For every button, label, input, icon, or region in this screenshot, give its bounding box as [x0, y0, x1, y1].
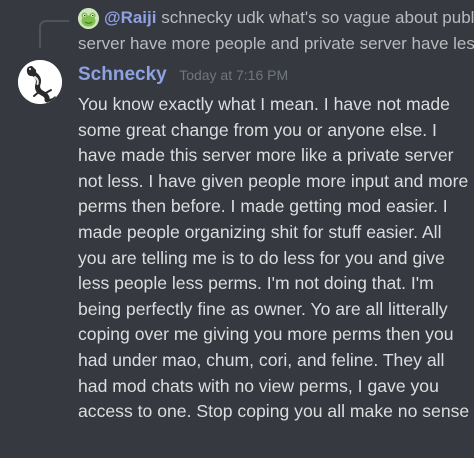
reply-spine [39, 20, 69, 48]
timestamp[interactable]: Today at 7:16 PM [179, 67, 288, 83]
message-content: You know exactly what I mean. I have not… [78, 94, 470, 422]
reply-text-line2: server have more people and private serv… [78, 34, 474, 53]
frog-avatar-icon [78, 8, 99, 29]
username[interactable]: Schnecky [78, 64, 167, 85]
reply-mention[interactable]: @Raiji [104, 8, 156, 27]
reply-preview[interactable]: @Raiji schnecky udk what's so vague abou… [104, 7, 474, 29]
ferret-avatar-icon [18, 60, 62, 104]
reply-text-line1: schnecky udk what's so vague about publi… [161, 8, 474, 27]
reply-avatar[interactable] [78, 8, 99, 29]
message-header: Schnecky Today at 7:16 PM [78, 62, 288, 88]
avatar[interactable] [18, 60, 62, 104]
